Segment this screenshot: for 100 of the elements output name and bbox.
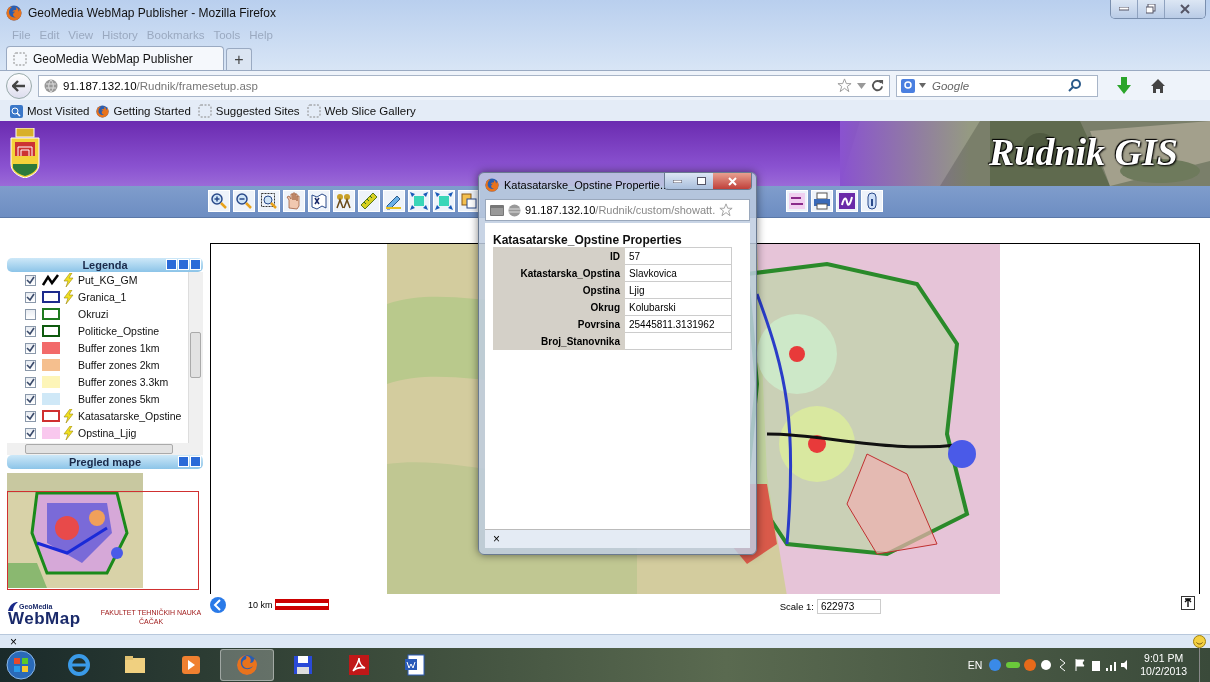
close-button[interactable]: × [493, 532, 500, 546]
restore-icon [1146, 4, 1156, 14]
tool-button[interactable] [861, 190, 883, 213]
logo-icon [8, 602, 18, 612]
start-button[interactable] [6, 650, 36, 680]
restore-button[interactable] [1137, 0, 1164, 18]
close-icon [1180, 4, 1190, 14]
property-value: Kolubarski [624, 298, 732, 316]
page-icon [197, 104, 212, 118]
home-icon[interactable] [1150, 77, 1166, 94]
properties-heading: Katasatarske_Opstine Properties [493, 233, 683, 247]
checkbox[interactable] [25, 427, 36, 439]
checkbox[interactable] [25, 410, 36, 422]
back-icon[interactable] [210, 597, 226, 614]
bookmark-link[interactable]: Getting Started [96, 104, 191, 118]
panel-button[interactable] [190, 455, 201, 467]
close-button[interactable] [713, 173, 751, 189]
scale-field[interactable]: 622973 [817, 599, 881, 615]
property-name: ID [493, 247, 625, 265]
checkbox[interactable] [25, 342, 36, 354]
tool-button[interactable] [208, 190, 230, 213]
panel-button[interactable] [190, 258, 201, 270]
panel-title: Legenda [82, 258, 128, 271]
checkbox[interactable] [25, 376, 36, 388]
property-value: 25445811.3131962 [624, 315, 732, 333]
firefox-icon [96, 104, 110, 118]
back-button[interactable] [6, 72, 32, 99]
scale-distance: 10 km [248, 599, 273, 610]
zoom-out-icon [235, 192, 253, 211]
product-logo: WebMap [8, 611, 82, 627]
property-value: Slavkovica [624, 264, 732, 282]
scale-bar [274, 599, 329, 611]
checkbox[interactable] [25, 359, 36, 371]
property-value: Ljig [624, 281, 732, 299]
firefox-icon [485, 178, 499, 192]
layer-name: Buffer zones 2km [78, 359, 160, 372]
panel-button[interactable] [166, 258, 177, 270]
download-icon[interactable] [1116, 76, 1132, 95]
checkbox[interactable] [25, 325, 36, 337]
checkbox[interactable] [25, 393, 36, 405]
new-tab-button[interactable]: + [226, 48, 252, 70]
layer-name: Buffer zones 5km [78, 393, 160, 406]
browser-tab[interactable]: GeoMedia WebMap Publisher [6, 46, 224, 70]
figures-icon [335, 192, 353, 211]
tool-button[interactable] [233, 190, 255, 213]
panel-button[interactable] [178, 455, 189, 467]
zoom-in-icon [210, 192, 228, 211]
media-player-icon [179, 653, 203, 677]
panel-button[interactable] [178, 258, 189, 270]
upload-icon[interactable] [1181, 596, 1195, 611]
tool-button[interactable] [786, 190, 808, 213]
tool-button[interactable] [333, 190, 355, 213]
close-button[interactable] [1164, 0, 1205, 18]
bookmark-link[interactable]: Suggested Sites [197, 104, 300, 118]
search-icon[interactable] [1068, 79, 1081, 92]
maximize-button[interactable] [689, 173, 713, 189]
pdf-icon [347, 653, 371, 677]
bookmark-link[interactable]: Web Slice Gallery [306, 104, 416, 118]
checkbox[interactable] [25, 308, 36, 320]
scrollbar[interactable] [188, 271, 203, 443]
minimize-icon [672, 179, 682, 183]
checkbox[interactable] [25, 291, 36, 303]
page-icon [13, 51, 27, 66]
search-field[interactable]: Google [896, 74, 1098, 97]
popup-title: Katasatarske_Opstine Propertie... [504, 179, 670, 191]
maximize-icon [696, 177, 706, 185]
checkbox[interactable] [25, 274, 36, 286]
tool-button[interactable] [811, 190, 833, 213]
layer-name: Okruzi [78, 308, 109, 321]
layer-name: Buffer zones 1km [78, 342, 160, 355]
zoom-area-icon [260, 192, 278, 211]
app-title: Rudnik GIS [988, 130, 1178, 174]
ruler-icon [360, 192, 378, 211]
language-indicator[interactable]: EN [967, 659, 983, 671]
tool-button[interactable] [408, 190, 430, 213]
sidebar-icon [490, 204, 504, 216]
text-style-icon [788, 192, 806, 211]
clock[interactable]: 9:01 PM 10/2/2013 [1140, 652, 1187, 678]
star-icon[interactable] [837, 78, 852, 93]
tool-button[interactable] [836, 190, 858, 213]
tool-button[interactable] [383, 190, 405, 213]
dropdown-icon[interactable] [857, 82, 866, 89]
firefox-icon [235, 653, 259, 677]
scrollbar[interactable] [7, 442, 203, 455]
layer-name: Politicke_Opstine [78, 325, 160, 338]
bookmark-link[interactable]: Most Visited [10, 104, 90, 118]
layer-name: Put_KG_GM [78, 274, 138, 287]
globe-icon [508, 203, 521, 217]
reload-icon[interactable] [871, 79, 884, 92]
address-field[interactable]: 91.187.132.10/Rudnik/framesetup.asp [38, 74, 890, 97]
dropdown-icon[interactable] [919, 83, 926, 88]
star-icon[interactable] [719, 203, 734, 217]
browser-icon [67, 653, 91, 677]
tool-button[interactable] [433, 190, 455, 213]
close-button[interactable]: × [10, 634, 17, 649]
search-input[interactable]: Google [930, 78, 1064, 93]
smiley-icon[interactable] [1193, 635, 1206, 648]
address-field[interactable]: 91.187.132.10/Rudnik/custom/showatt. [485, 199, 750, 221]
tool-button[interactable] [258, 190, 280, 213]
minimize-icon [1119, 7, 1129, 11]
